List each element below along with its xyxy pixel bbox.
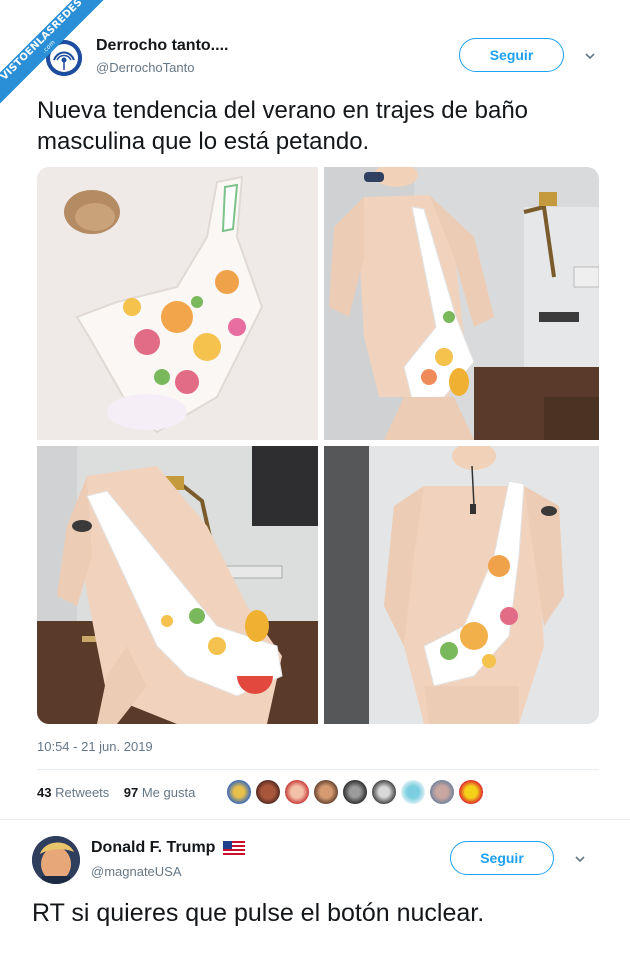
follow-button[interactable]: Seguir [450, 841, 554, 875]
follow-button[interactable]: Seguir [459, 38, 564, 72]
user-handle[interactable]: @DerrochoTanto [96, 60, 194, 75]
tweet-stats: 43 Retweets 97 Me gusta [37, 785, 195, 800]
photo-2[interactable] [324, 167, 599, 440]
photo-1[interactable] [37, 167, 318, 440]
photo-3[interactable] [37, 446, 318, 724]
liker-avatar[interactable] [430, 780, 454, 804]
tweet-text: RT si quieres que pulse el botón nuclear… [32, 899, 485, 927]
retweets-stat[interactable]: 43 Retweets [37, 785, 109, 800]
likers-avatars [227, 780, 483, 804]
liker-avatar[interactable] [314, 780, 338, 804]
photo-grid [37, 167, 599, 724]
liker-avatar[interactable] [372, 780, 396, 804]
likes-stat[interactable]: 97 Me gusta [124, 785, 196, 800]
user-handle[interactable]: @magnateUSA [91, 864, 182, 879]
liker-avatar[interactable] [227, 780, 251, 804]
liker-avatar[interactable] [343, 780, 367, 804]
display-name[interactable]: Donald F. Trump [91, 839, 246, 857]
chevron-down-icon[interactable] [584, 50, 596, 62]
tweet-reply: Donald F. Trump @magnateUSA Seguir RT si… [0, 820, 630, 955]
liker-avatar[interactable] [401, 780, 425, 804]
tweet-text: Nueva tendencia del verano en trajes de … [37, 97, 529, 155]
avatar[interactable] [32, 836, 80, 884]
liker-avatar[interactable] [256, 780, 280, 804]
tweet-timestamp[interactable]: 10:54 - 21 jun. 2019 [37, 739, 153, 754]
divider-top [37, 769, 599, 770]
liker-avatar[interactable] [459, 780, 483, 804]
tweet-main: Derrocho tanto.... @DerrochoTanto Seguir… [0, 0, 630, 820]
chevron-down-icon[interactable] [574, 853, 586, 865]
photo-4[interactable] [324, 446, 599, 724]
us-flag-icon [223, 841, 246, 855]
display-name[interactable]: Derrocho tanto.... [96, 37, 228, 55]
watermark-text: VISTOENLASREDES .com [0, 0, 110, 110]
liker-avatar[interactable] [285, 780, 309, 804]
watermark-ribbon: VISTOENLASREDES .com [0, 0, 110, 110]
